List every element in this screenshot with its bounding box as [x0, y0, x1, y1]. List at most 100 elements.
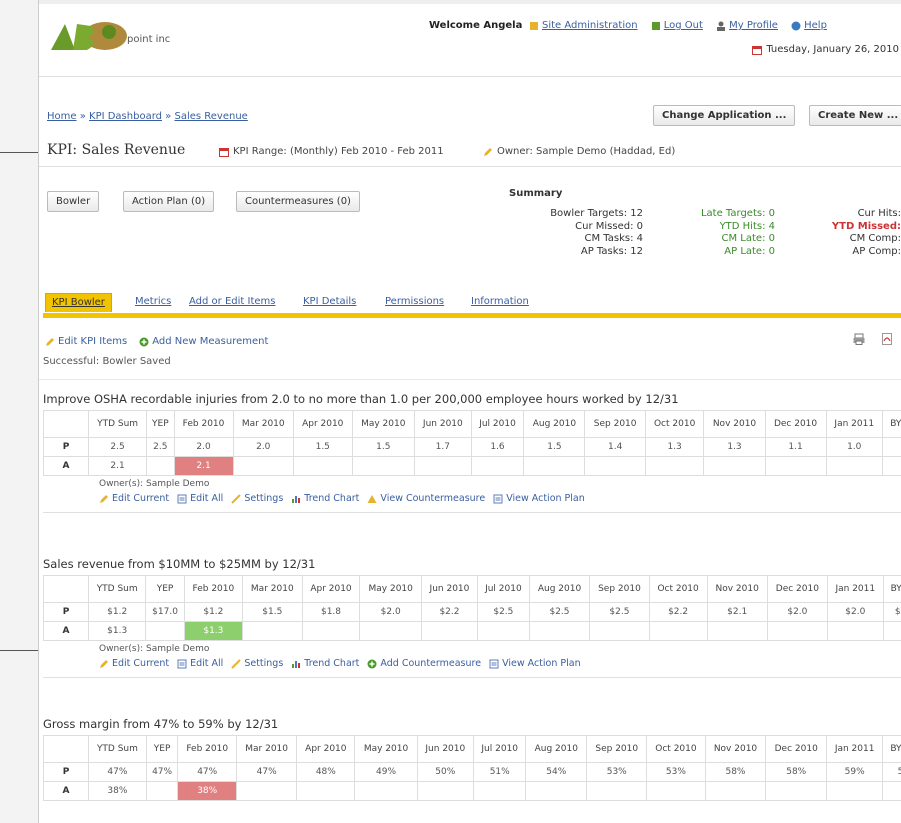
actual-cell[interactable]: $1.3	[87, 621, 147, 641]
tab-kpi-details[interactable]: KPI Details	[297, 293, 362, 311]
logout-link[interactable]: Log Out	[651, 20, 703, 31]
actual-cell[interactable]	[826, 621, 884, 641]
settings-link[interactable]: Settings	[231, 493, 283, 504]
create-new-button[interactable]: Create New ...	[809, 105, 901, 126]
breadcrumb-dashboard[interactable]: KPI Dashboard	[89, 111, 162, 122]
plan-cell: 1.5	[523, 437, 586, 457]
link-label: Edit Current	[112, 658, 170, 669]
actual-cell[interactable]	[523, 456, 586, 476]
breadcrumb-home[interactable]: Home	[47, 111, 77, 122]
actual-cell[interactable]	[586, 781, 648, 801]
actual-cell[interactable]	[646, 781, 706, 801]
actual-cell[interactable]	[351, 456, 416, 476]
actual-cell[interactable]	[826, 781, 884, 801]
view-countermeasure-link[interactable]: View Countermeasure	[367, 493, 485, 504]
help-label: Help	[804, 20, 827, 31]
section-owner: Owner(s): Sample Demo	[99, 479, 210, 489]
actual-cell[interactable]	[766, 621, 828, 641]
company-logo[interactable]: point inc	[47, 16, 170, 59]
plan-cell: 1.3	[703, 437, 766, 457]
actual-cell[interactable]: 2.1	[87, 456, 148, 476]
help-link[interactable]: Help	[791, 20, 827, 31]
plan-cell: $2.2	[421, 602, 478, 622]
column-header: May 2010	[359, 575, 422, 603]
actual-cell[interactable]	[421, 621, 478, 641]
actual-cell[interactable]	[416, 781, 475, 801]
edit-current-link[interactable]: Edit Current	[99, 493, 169, 504]
actual-cell[interactable]	[881, 456, 901, 476]
tab-add-edit-items[interactable]: Add or Edit Items	[183, 293, 281, 311]
action-plan-button[interactable]: Action Plan (0)	[123, 191, 215, 212]
add-countermeasure-link[interactable]: Add Countermeasure	[367, 658, 481, 669]
actual-cell[interactable]	[706, 621, 768, 641]
actual-cell[interactable]	[414, 456, 472, 476]
plan-cell: 47%	[88, 762, 147, 782]
actual-cell[interactable]	[764, 456, 827, 476]
profile-link[interactable]: My Profile	[716, 20, 778, 31]
pdf-icon[interactable]	[881, 333, 893, 345]
column-header: YEP	[145, 735, 179, 763]
print-icon[interactable]	[853, 333, 865, 345]
actual-cell[interactable]	[882, 621, 901, 641]
edit-kpi-items-link[interactable]: Edit KPI Items	[45, 336, 127, 347]
actual-cell[interactable]	[704, 781, 767, 801]
summary-bowler-targets: Bowler Targets: 12	[550, 208, 643, 219]
kpi-table-header: YTD Sum YEP Feb 2010 Mar 2010 Apr 2010 May 20…	[43, 735, 901, 763]
change-application-button[interactable]: Change Application ...	[653, 105, 796, 126]
column-header: Jul 2010	[476, 575, 530, 603]
column-header: YTD Sum	[88, 735, 147, 763]
actual-cell[interactable]	[296, 781, 356, 801]
actual-cell[interactable]	[648, 621, 708, 641]
actual-cell[interactable]	[470, 456, 525, 476]
countermeasures-button[interactable]: Countermeasures (0)	[236, 191, 360, 212]
actual-cell[interactable]	[765, 781, 828, 801]
breadcrumb-current[interactable]: Sales Revenue	[174, 111, 247, 122]
actual-cell[interactable]	[301, 621, 361, 641]
view-action-plan-link[interactable]: View Action Plan	[489, 658, 581, 669]
actual-cell[interactable]	[703, 456, 766, 476]
actual-cell[interactable]	[476, 621, 530, 641]
actual-cell[interactable]	[242, 621, 303, 641]
actual-cell[interactable]: 38%	[177, 781, 238, 801]
actual-cell[interactable]	[525, 781, 588, 801]
actual-cell[interactable]	[644, 456, 705, 476]
actual-cell[interactable]	[292, 456, 353, 476]
actual-cell[interactable]	[145, 621, 185, 641]
column-header: BYE Tgt	[882, 575, 901, 603]
tab-permissions[interactable]: Permissions	[379, 293, 450, 311]
trend-chart-link[interactable]: Trend Chart	[291, 493, 359, 504]
kpi-table: YTD Sum YEP Feb 2010 Mar 2010 Apr 2010 May 20…	[43, 575, 901, 641]
actual-cell[interactable]	[145, 781, 179, 801]
plan-cell: 59%	[882, 762, 901, 782]
edit-all-link[interactable]: Edit All	[177, 658, 223, 669]
edit-all-link[interactable]: Edit All	[177, 493, 223, 504]
tab-kpi-bowler[interactable]: KPI Bowler	[45, 293, 112, 312]
actual-cell[interactable]	[146, 456, 175, 476]
actual-cell[interactable]: 2.1	[173, 456, 234, 476]
plan-cell: 53%	[586, 762, 648, 782]
view-action-plan-link[interactable]: View Action Plan	[493, 493, 585, 504]
plan-cell: $2.0	[766, 602, 828, 622]
settings-link[interactable]: Settings	[231, 658, 283, 669]
actual-cell[interactable]	[232, 456, 294, 476]
add-measurement-link[interactable]: Add New Measurement	[139, 336, 268, 347]
bowler-button[interactable]: Bowler	[47, 191, 100, 212]
plan-cell: 58%	[704, 762, 767, 782]
actual-cell[interactable]	[359, 621, 422, 641]
actual-cell[interactable]: $1.3	[183, 621, 244, 641]
actual-cell[interactable]: 38%	[88, 781, 147, 801]
actual-cell[interactable]	[825, 456, 883, 476]
edit-current-link[interactable]: Edit Current	[99, 658, 169, 669]
actual-cell[interactable]	[528, 621, 591, 641]
actual-cell[interactable]	[584, 456, 646, 476]
actual-cell[interactable]	[473, 781, 527, 801]
column-header: Aug 2010	[525, 735, 588, 763]
trend-chart-link[interactable]: Trend Chart	[291, 658, 359, 669]
tab-information[interactable]: Information	[465, 293, 535, 311]
actual-cell[interactable]	[354, 781, 418, 801]
actual-cell[interactable]	[589, 621, 650, 641]
actual-cell[interactable]	[882, 781, 901, 801]
tab-metrics[interactable]: Metrics	[129, 293, 177, 311]
site-admin-link[interactable]: Site Administration	[529, 20, 638, 31]
actual-cell[interactable]	[236, 781, 298, 801]
